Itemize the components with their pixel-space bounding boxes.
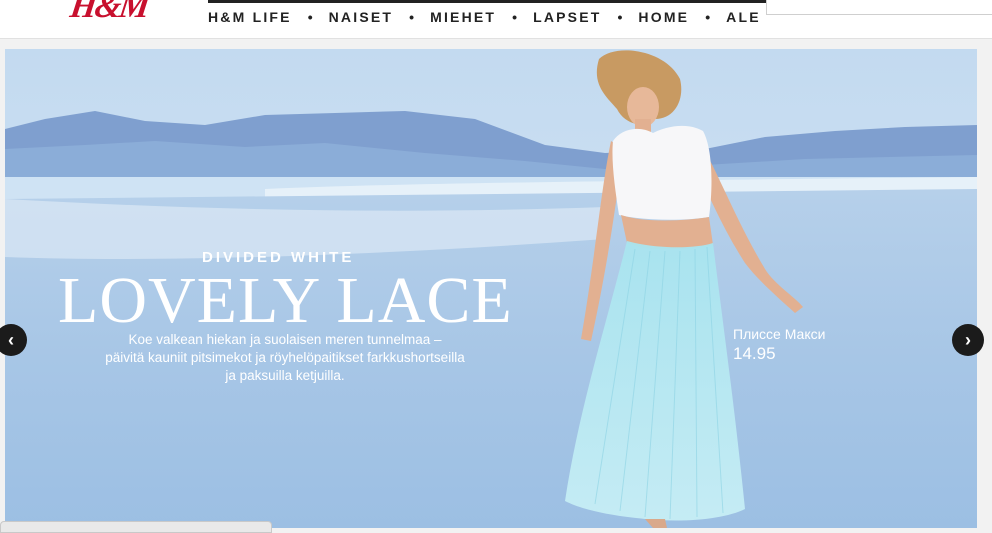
nav-item-home[interactable]: HOME <box>638 9 689 25</box>
nav-item-ale[interactable]: ALE <box>726 9 761 25</box>
nav-separator: • <box>705 8 711 25</box>
product-price: 14.95 <box>733 344 776 363</box>
main-navigation: H&M LIFE • NAISET • MIEHET • LAPSET • HO… <box>208 0 778 30</box>
nav-item-naiset[interactable]: NAISET <box>329 9 394 25</box>
nav-item-hm-life[interactable]: H&M LIFE <box>208 9 292 25</box>
bottom-panel-tab[interactable] <box>0 521 272 533</box>
carousel-next-button[interactable]: › <box>952 324 984 356</box>
campaign-description: Koe valkean hiekan ja suolaisen meren tu… <box>65 331 505 385</box>
nav-item-lapset[interactable]: LAPSET <box>533 9 601 25</box>
chevron-right-icon: › <box>965 329 971 350</box>
chevron-left-icon: ‹ <box>8 329 14 350</box>
description-line: ja paksuilla ketjuilla. <box>225 368 345 383</box>
product-name[interactable]: Плиссе Макси <box>733 326 825 342</box>
nav-item-miehet[interactable]: MIEHET <box>430 9 496 25</box>
description-line: päivitä kauniit pitsimekot ja röyhelöpai… <box>105 350 465 365</box>
description-line: Koe valkean hiekan ja suolaisen meren tu… <box>128 332 442 347</box>
nav-separator: • <box>512 8 518 25</box>
nav-separator: • <box>307 8 313 25</box>
nav-separator: • <box>617 8 623 25</box>
nav-separator: • <box>409 8 415 25</box>
site-header: H&M H&M LIFE • NAISET • MIEHET • LAPSET … <box>0 0 992 39</box>
campaign-headline: LOVELY LACE <box>58 264 513 337</box>
hero-banner[interactable]: DIVIDED WHITE LOVELY LACE Koe valkean hi… <box>5 49 977 528</box>
search-box[interactable] <box>766 0 992 15</box>
hm-logo[interactable]: H&M <box>67 0 150 30</box>
